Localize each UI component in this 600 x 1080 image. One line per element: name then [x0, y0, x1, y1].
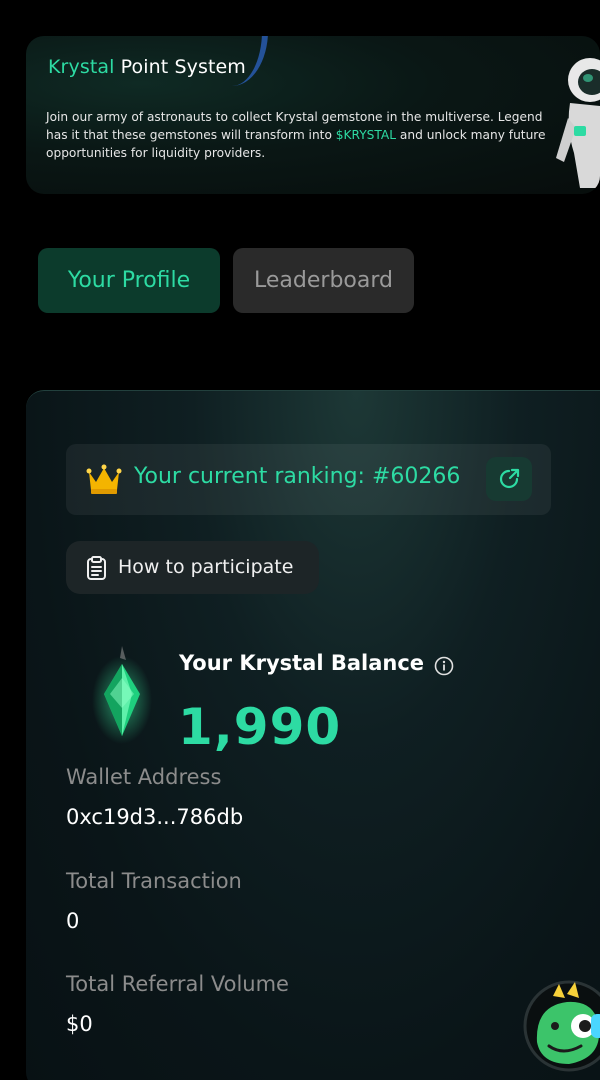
- banner-title-rest: Point System: [114, 56, 246, 78]
- tab-your-profile[interactable]: Your Profile: [38, 248, 220, 313]
- how-to-participate-label: How to participate: [118, 556, 294, 578]
- how-to-participate-button[interactable]: How to participate: [66, 541, 319, 594]
- external-link-icon: [499, 468, 520, 489]
- ranking-link-button[interactable]: [486, 457, 532, 501]
- balance-value: 1,990: [178, 698, 342, 756]
- astronaut-icon: [556, 58, 600, 188]
- total-referral-volume-label: Total Referral Volume: [66, 972, 289, 996]
- current-ranking-box: Your current ranking: #60266: [66, 444, 551, 515]
- banner-title-brand: Krystal: [48, 56, 115, 78]
- wallet-address-value: 0xc19d3...786db: [66, 805, 244, 829]
- total-transaction-value: 0: [66, 909, 80, 933]
- krystal-token-link[interactable]: $KRYSTAL: [336, 128, 396, 142]
- point-system-banner: Krystal Point System Join our army of as…: [26, 36, 600, 194]
- tab-leaderboard[interactable]: Leaderboard: [233, 248, 414, 313]
- crown-icon: [86, 464, 122, 494]
- clipboard-icon: [87, 556, 106, 580]
- banner-title: Krystal Point System: [48, 56, 246, 78]
- balance-label: Your Krystal Balance: [179, 651, 425, 675]
- mascot-chat-button[interactable]: [523, 972, 600, 1080]
- ranking-text: Your current ranking: #60266: [134, 464, 461, 489]
- total-referral-volume-value: $0: [66, 1012, 93, 1036]
- krystal-gem-icon: [92, 646, 152, 744]
- info-icon[interactable]: [434, 656, 454, 676]
- wallet-address-label: Wallet Address: [66, 765, 222, 789]
- banner-description: Join our army of astronauts to collect K…: [46, 108, 556, 162]
- total-transaction-label: Total Transaction: [66, 869, 242, 893]
